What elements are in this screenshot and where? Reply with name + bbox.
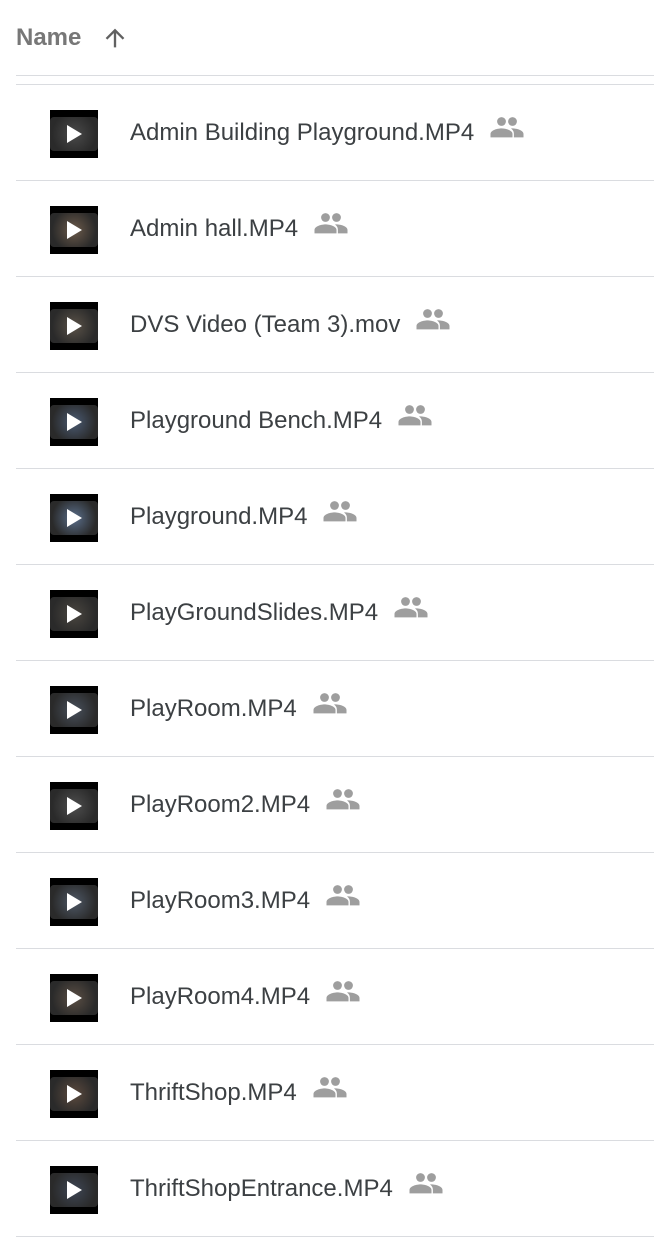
file-row[interactable]: PlayGroundSlides.MP4 <box>16 565 654 661</box>
list-header: Name <box>16 0 654 76</box>
video-play-icon <box>67 797 82 815</box>
file-name[interactable]: PlayRoom.MP4 <box>130 691 297 727</box>
video-play-icon <box>67 221 82 239</box>
file-name[interactable]: Playground.MP4 <box>130 499 307 535</box>
file-name[interactable]: Admin hall.MP4 <box>130 211 298 247</box>
video-thumbnail <box>50 782 98 830</box>
file-name[interactable]: Admin Building Playground.MP4 <box>130 115 474 151</box>
video-thumbnail <box>50 494 98 542</box>
shared-people-icon <box>326 980 360 1002</box>
file-row[interactable]: PlayRoom2.MP4 <box>16 757 654 853</box>
video-thumbnail <box>50 1166 98 1214</box>
video-play-icon <box>67 1181 82 1199</box>
shared-people-icon <box>323 500 357 522</box>
video-thumbnail <box>50 398 98 446</box>
shared-people-icon <box>398 404 432 426</box>
shared-people-icon <box>409 1172 443 1194</box>
video-play-icon <box>67 1085 82 1103</box>
file-row[interactable]: Admin hall.MP4 <box>16 181 654 277</box>
file-name[interactable]: PlayGroundSlides.MP4 <box>130 595 378 631</box>
sort-by-name-button[interactable]: Name <box>16 20 129 56</box>
video-thumbnail <box>50 974 98 1022</box>
sort-column-label: Name <box>16 24 82 51</box>
shared-people-icon <box>490 116 524 138</box>
video-play-icon <box>67 317 82 335</box>
video-play-icon <box>67 125 82 143</box>
shared-people-icon <box>326 884 360 906</box>
video-thumbnail <box>50 110 98 158</box>
file-row[interactable]: ThriftShop.MP4 <box>16 1045 654 1141</box>
shared-people-icon <box>326 788 360 810</box>
video-thumbnail <box>50 590 98 638</box>
video-play-icon <box>67 989 82 1007</box>
file-list: Admin Building Playground.MP4 Admin hall… <box>16 84 654 1237</box>
file-name[interactable]: DVS Video (Team 3).mov <box>130 307 400 343</box>
shared-people-icon <box>416 308 450 330</box>
file-row[interactable]: Admin Building Playground.MP4 <box>16 85 654 181</box>
file-name[interactable]: PlayRoom3.MP4 <box>130 883 310 919</box>
video-thumbnail <box>50 1070 98 1118</box>
video-play-icon <box>67 701 82 719</box>
video-play-icon <box>67 413 82 431</box>
video-thumbnail <box>50 686 98 734</box>
file-row[interactable]: PlayRoom4.MP4 <box>16 949 654 1045</box>
file-row[interactable]: Playground Bench.MP4 <box>16 373 654 469</box>
video-play-icon <box>67 605 82 623</box>
file-row[interactable]: PlayRoom.MP4 <box>16 661 654 757</box>
file-row[interactable]: Playground.MP4 <box>16 469 654 565</box>
arrow-upward-icon[interactable] <box>101 24 129 52</box>
video-play-icon <box>67 509 82 527</box>
file-row[interactable]: ThriftShopEntrance.MP4 <box>16 1141 654 1237</box>
file-name[interactable]: Playground Bench.MP4 <box>130 403 382 439</box>
shared-people-icon <box>313 692 347 714</box>
file-name[interactable]: ThriftShopEntrance.MP4 <box>130 1171 393 1207</box>
file-name[interactable]: ThriftShop.MP4 <box>130 1075 297 1111</box>
file-name[interactable]: PlayRoom2.MP4 <box>130 787 310 823</box>
video-thumbnail <box>50 878 98 926</box>
file-row[interactable]: PlayRoom3.MP4 <box>16 853 654 949</box>
video-thumbnail <box>50 206 98 254</box>
video-play-icon <box>67 893 82 911</box>
video-thumbnail <box>50 302 98 350</box>
shared-people-icon <box>313 1076 347 1098</box>
shared-people-icon <box>394 596 428 618</box>
shared-people-icon <box>314 212 348 234</box>
file-name[interactable]: PlayRoom4.MP4 <box>130 979 310 1015</box>
file-row[interactable]: DVS Video (Team 3).mov <box>16 277 654 373</box>
